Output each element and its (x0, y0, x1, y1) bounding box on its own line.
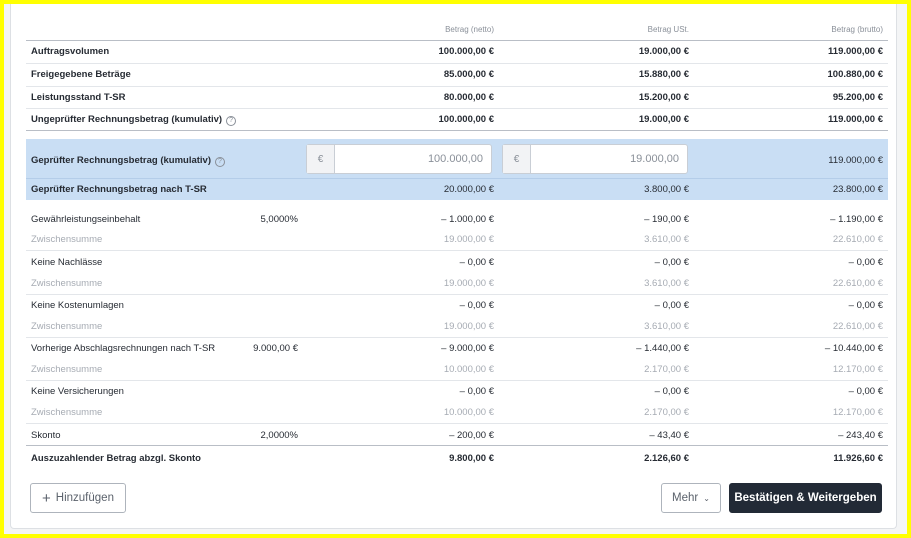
header-brutto: Betrag (brutto) (831, 25, 883, 34)
window-frame: Betrag (netto) Betrag USt. Betrag (brutt… (4, 4, 907, 534)
band-divider (26, 178, 888, 179)
checked-ust-field[interactable] (531, 145, 687, 173)
more-button[interactable]: Mehr ⌄ (661, 483, 721, 513)
row-divider (26, 294, 888, 295)
total-divider (26, 445, 888, 446)
header-divider (26, 40, 888, 41)
more-button-label: Mehr (672, 492, 699, 504)
row-divider (26, 337, 888, 338)
row-divider (26, 250, 888, 251)
row-divider (26, 423, 888, 424)
row-divider (26, 86, 888, 87)
confirm-and-forward-button[interactable]: Bestätigen & Weitergeben (729, 483, 882, 513)
checked-netto-input[interactable]: € (306, 144, 492, 174)
row-divider (26, 108, 888, 109)
currency-addon: € (307, 145, 335, 173)
invoice-card: Betrag (netto) Betrag USt. Betrag (brutt… (10, 4, 897, 529)
chevron-down-icon: ⌄ (703, 493, 710, 503)
row-divider (26, 130, 888, 131)
row-divider (26, 63, 888, 64)
currency-addon: € (503, 145, 531, 173)
checked-netto-field[interactable] (335, 145, 491, 173)
add-button[interactable]: + Hinzufügen (30, 483, 126, 513)
checked-ust-input[interactable]: € (502, 144, 688, 174)
row-divider (26, 380, 888, 381)
add-button-label: Hinzufügen (55, 492, 114, 504)
confirm-button-label: Bestätigen & Weitergeben (734, 492, 877, 504)
plus-icon: + (42, 489, 51, 507)
